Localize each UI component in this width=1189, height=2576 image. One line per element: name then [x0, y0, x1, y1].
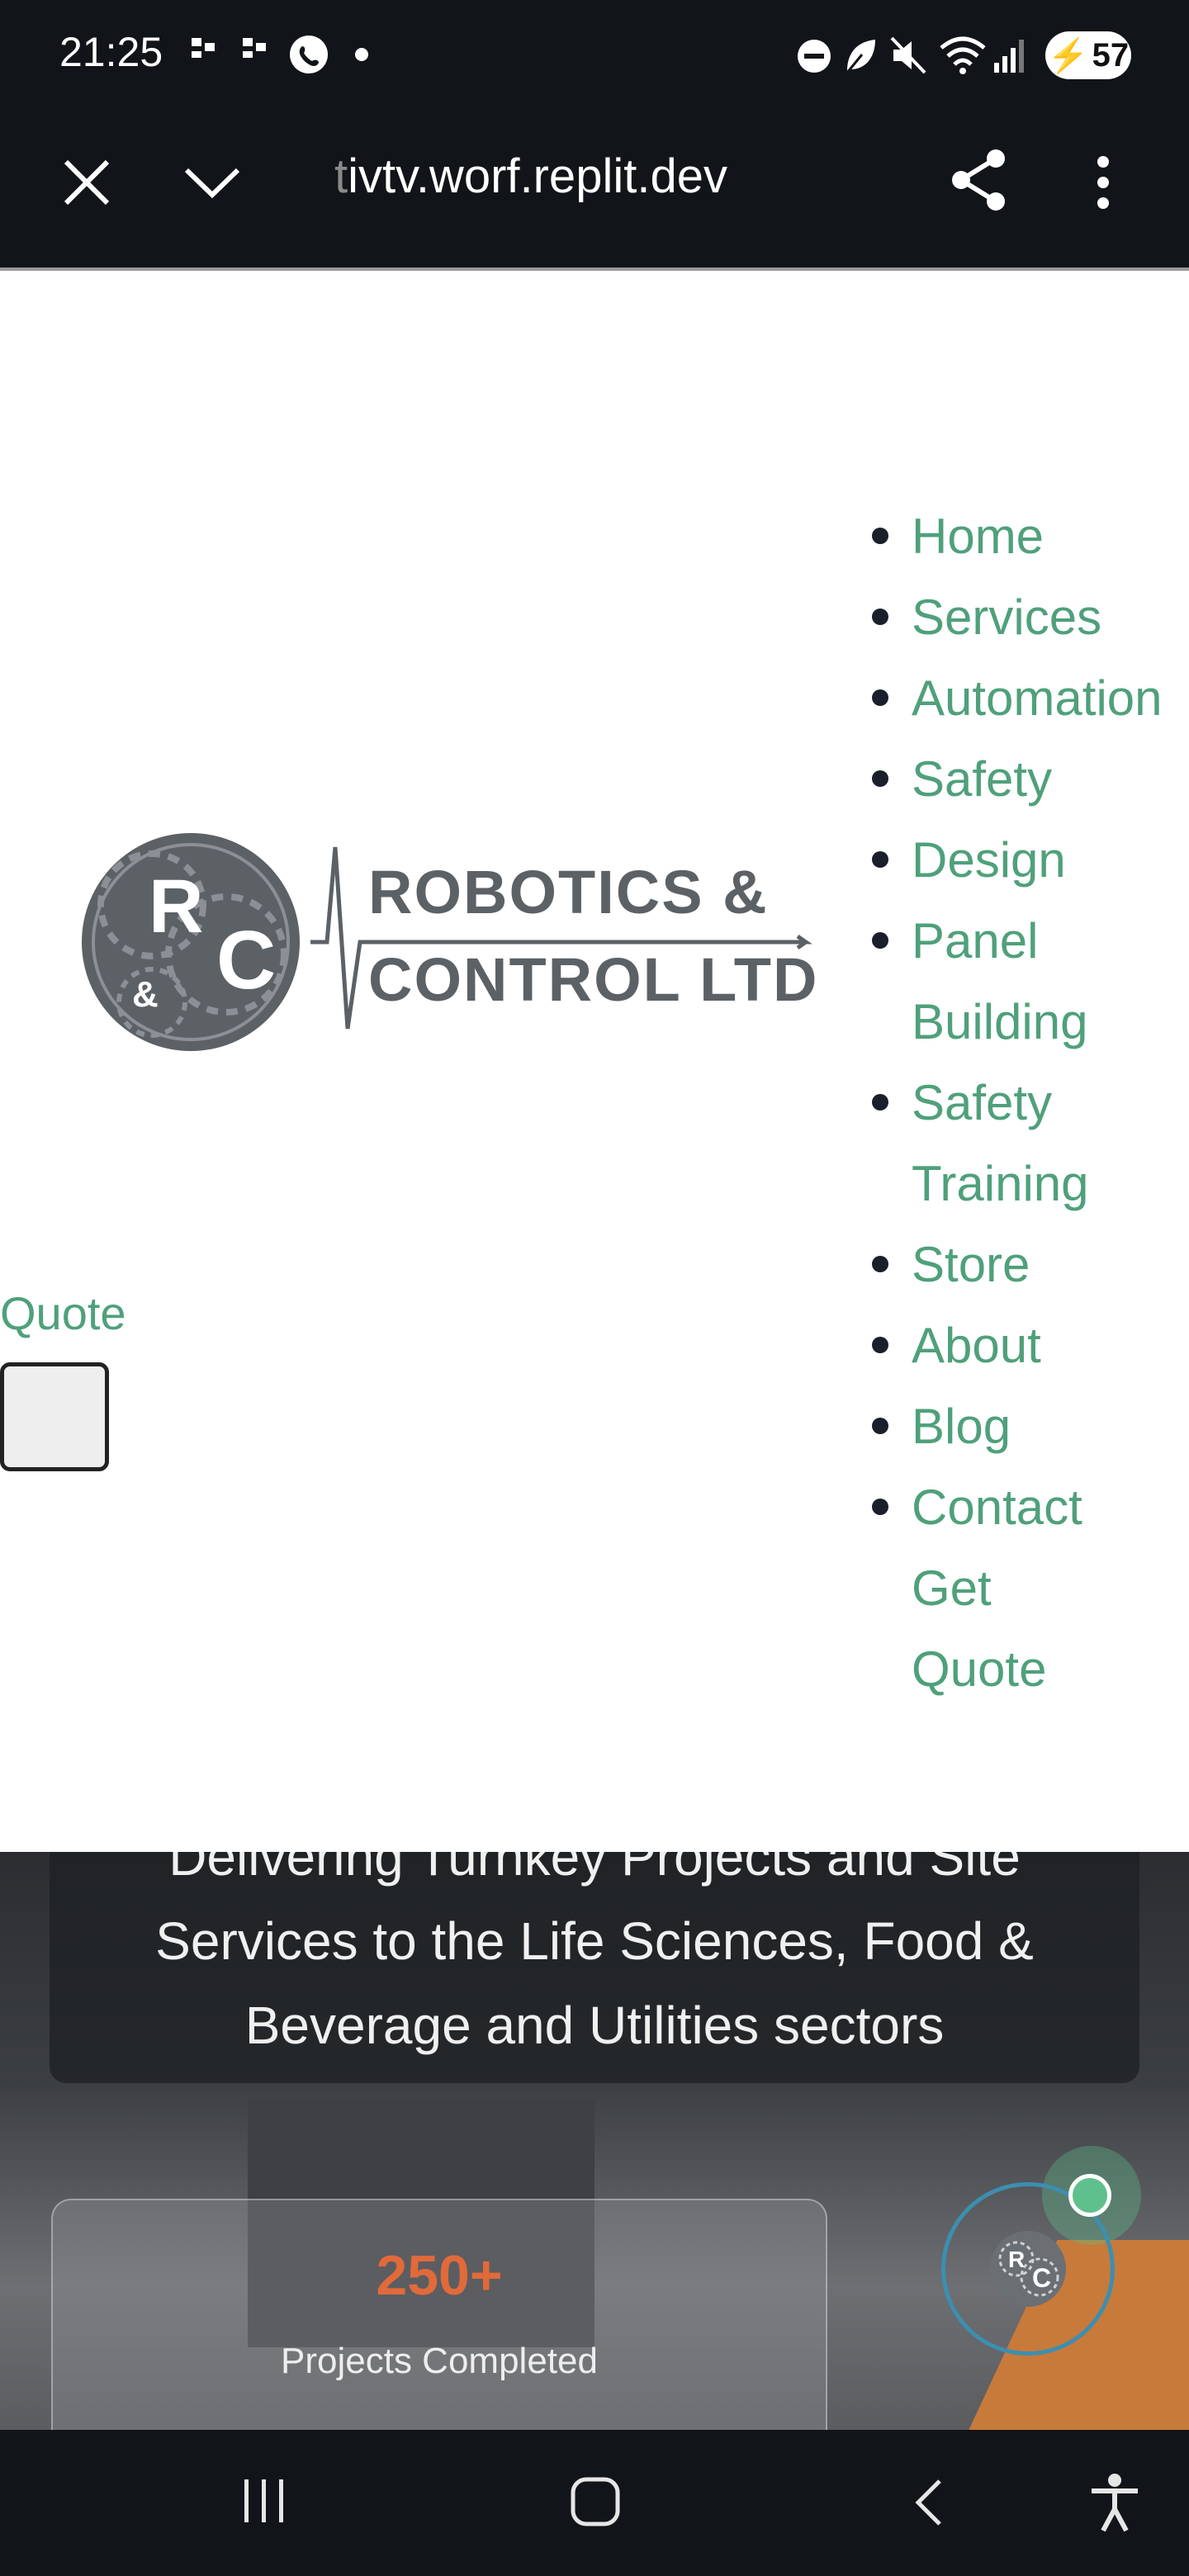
- recents-icon[interactable]: [239, 2476, 289, 2530]
- nav-contact[interactable]: Contact: [912, 1467, 1082, 1548]
- nav-bullet: [872, 770, 888, 787]
- nav-bullet: [872, 1337, 888, 1353]
- stat-value: 250+: [376, 2244, 503, 2307]
- nav-bullet: [872, 932, 888, 949]
- close-icon[interactable]: [59, 155, 114, 214]
- nav-bullet: [872, 528, 888, 544]
- more-vert-icon[interactable]: [1093, 154, 1113, 215]
- nav-home[interactable]: Home: [912, 496, 1044, 577]
- url-text: ivtv.worf.replit.dev: [348, 149, 727, 203]
- nav-bullet: [872, 1094, 888, 1110]
- battery-icon: ⚡ 57: [1045, 31, 1131, 79]
- nav-automation[interactable]: Automation: [912, 658, 1163, 739]
- hero-tagline: Delivering Turnkey Projects and Site Ser…: [0, 1852, 1189, 2067]
- dot-icon: [355, 48, 368, 61]
- chevron-down-icon[interactable]: [182, 163, 243, 206]
- status-bar: 21:25 ⚡ 57: [0, 0, 1189, 107]
- nav-bullet: [872, 1418, 888, 1434]
- nav-about[interactable]: About: [912, 1305, 1041, 1386]
- nav-services[interactable]: Services: [912, 577, 1101, 658]
- android-nav-bar: [0, 2430, 1189, 2576]
- hero-tagline-line2: Services to the Life Sciences, Food &: [155, 1911, 1034, 1971]
- nav-design[interactable]: Design: [912, 820, 1066, 901]
- back-icon[interactable]: [912, 2478, 945, 2531]
- site-logo[interactable]: R C & ROBOTICS & CONTROL LTD: [79, 822, 822, 1062]
- url-fade-text: t: [334, 149, 348, 203]
- home-icon[interactable]: [570, 2476, 621, 2531]
- quote-link[interactable]: Quote: [0, 1286, 126, 1340]
- nav-panel-building[interactable]: Panel: [912, 901, 1038, 982]
- accessibility-icon[interactable]: [1088, 2473, 1141, 2536]
- nav-bullet: [872, 1499, 888, 1515]
- menu-toggle-button[interactable]: [0, 1362, 109, 1471]
- browser-toolbar: tivtv.worf.replit.dev: [0, 107, 1189, 271]
- nav-safety-training[interactable]: Safety: [912, 1063, 1052, 1144]
- logo-line1: ROBOTICS &: [368, 858, 769, 926]
- notification-icon: [239, 31, 272, 73]
- stat-label: Projects Completed: [281, 2341, 598, 2381]
- logo-mark-amp: &: [132, 974, 159, 1015]
- nav-panel-building-cont[interactable]: Building: [912, 982, 1088, 1063]
- logo-mark-r: R: [149, 864, 204, 949]
- logo-line2: CONTROL LTD: [368, 945, 819, 1014]
- hero-tagline-line1: Delivering Turnkey Projects and Site: [168, 1852, 1021, 1887]
- svg-text:C: C: [1032, 2263, 1051, 2293]
- svg-text:R: R: [1008, 2247, 1025, 2272]
- battery-level: 57: [1092, 36, 1130, 73]
- dnd-icon: [796, 38, 832, 78]
- nav-safety[interactable]: Safety: [912, 739, 1052, 820]
- hero-section: Delivering Turnkey Projects and Site Ser…: [0, 1852, 1189, 2430]
- stat-card: 250+ Projects Completed: [51, 2199, 827, 2430]
- nav-bullet: [872, 1256, 888, 1272]
- share-icon[interactable]: [948, 147, 1011, 217]
- nav-bullet: [872, 608, 888, 625]
- hero-tagline-line3: Beverage and Utilities sectors: [244, 1996, 945, 2055]
- chat-logo-icon: R C: [990, 2231, 1066, 2307]
- status-time: 21:25: [59, 29, 163, 75]
- leaf-icon: [842, 36, 879, 80]
- url-field[interactable]: tivtv.worf.replit.dev: [334, 149, 727, 204]
- logo-mark-c: C: [216, 914, 277, 1006]
- chat-online-indicator: [1068, 2174, 1111, 2217]
- wifi-icon: [938, 33, 988, 80]
- nav-blog[interactable]: Blog: [912, 1386, 1011, 1467]
- nav-bullet: [872, 689, 888, 706]
- site-header: R C & ROBOTICS & CONTROL LTD Home Servic…: [0, 271, 1189, 1852]
- signal-icon: [991, 36, 1030, 78]
- nav-store[interactable]: Store: [912, 1224, 1030, 1305]
- nav-bullet: [872, 851, 888, 868]
- notification-icon: [188, 31, 221, 73]
- nav-get-quote[interactable]: Get Quote: [912, 1548, 1046, 1710]
- whatsapp-icon: [287, 33, 330, 80]
- mute-icon: [888, 35, 928, 80]
- nav-safety-training-cont[interactable]: Training: [912, 1144, 1089, 1224]
